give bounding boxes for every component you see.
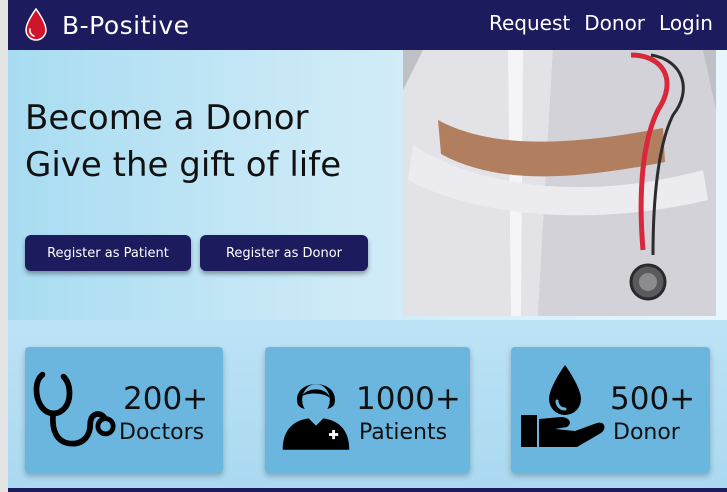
donation-hand-icon xyxy=(521,365,605,447)
stat-value-donors: 500+ xyxy=(610,381,696,417)
nav-link-login[interactable]: Login xyxy=(659,11,713,35)
register-donor-button[interactable]: Register as Donor xyxy=(200,235,368,271)
stat-card-doctors: 200+ Doctors xyxy=(25,347,223,473)
register-patient-button[interactable]: Register as Patient xyxy=(25,235,191,271)
patient-icon xyxy=(282,384,350,450)
hero-title-line-1: Become a Donor xyxy=(25,98,309,138)
hero-title-line-2: Give the gift of life xyxy=(25,145,342,185)
footer-bar xyxy=(8,488,727,492)
stat-value-doctors: 200+ xyxy=(123,381,209,417)
navbar: B-Positive Request Donor Login xyxy=(8,0,727,50)
page: B-Positive Request Donor Login Become a … xyxy=(8,0,727,492)
stat-label-doctors: Doctors xyxy=(119,420,205,445)
stat-value-patients: 1000+ xyxy=(356,381,461,417)
nav-link-request[interactable]: Request xyxy=(489,11,570,35)
stat-card-patients: 1000+ Patients xyxy=(265,347,470,473)
doctor-photo xyxy=(403,50,716,316)
nav-links: Request Donor Login xyxy=(489,11,713,35)
brand[interactable]: B-Positive xyxy=(24,8,190,42)
brand-name: B-Positive xyxy=(62,10,190,40)
blood-drop-icon xyxy=(25,8,47,41)
stat-card-donors: 500+ Donor xyxy=(511,347,710,473)
doctor-illustration xyxy=(403,50,716,316)
nav-link-donor[interactable]: Donor xyxy=(584,11,645,35)
stat-label-patients: Patients xyxy=(359,420,448,445)
hero-title: Become a Donor Give the gift of life xyxy=(25,95,341,189)
stat-label-donors: Donor xyxy=(613,420,680,445)
stethoscope-icon xyxy=(33,371,116,447)
